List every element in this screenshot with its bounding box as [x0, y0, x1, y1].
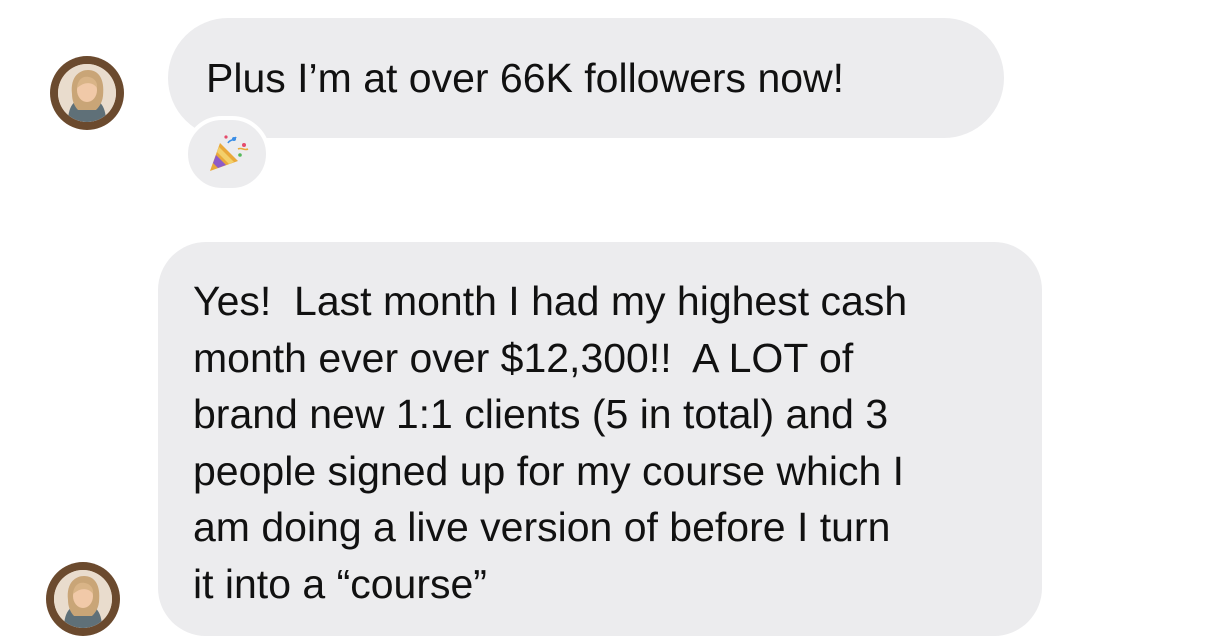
message-thread: Plus I’m at over 66K followers now! Yes!… — [0, 0, 1215, 642]
avatar-photo — [58, 64, 116, 122]
message-text-line: it into a “course” — [193, 560, 487, 607]
message-text-line: am doing a live version of before I turn — [193, 504, 891, 550]
party-popper-icon — [210, 135, 249, 171]
message-bubble[interactable]: Plus I’m at over 66K followers now! — [168, 18, 1004, 138]
message-text-line: people signed up for my course which I — [193, 447, 905, 494]
message-bubble[interactable]: Yes! Last month I had my highest cash mo… — [158, 242, 1042, 636]
message-text-line: month ever over $12,300!! A LOT of — [193, 334, 854, 381]
reaction-badge[interactable] — [184, 116, 270, 192]
avatar-photo — [54, 570, 112, 628]
contact-avatar[interactable] — [46, 562, 120, 636]
message-text-line: Yes! Last month I had my highest cash — [193, 278, 908, 324]
message-text: Plus I’m at over 66K followers now! — [206, 55, 845, 101]
contact-avatar[interactable] — [50, 56, 124, 130]
message-text-line: brand new 1:1 clients (5 in total) and 3 — [193, 391, 889, 437]
